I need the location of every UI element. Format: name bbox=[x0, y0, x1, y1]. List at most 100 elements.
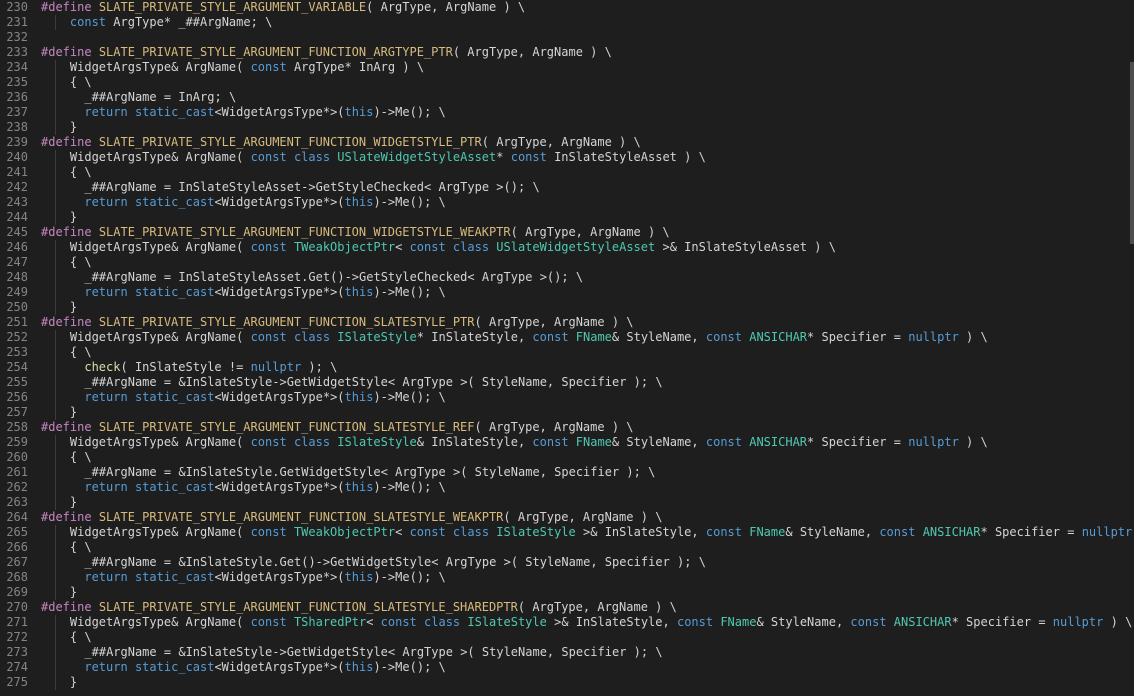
code-area[interactable]: 230 #define SLATE_PRIVATE_STYLE_ARGUMENT_… bbox=[0, 0, 1134, 690]
code-token: ArgName bbox=[185, 435, 237, 449]
code-line[interactable]: 250 } bbox=[0, 300, 1134, 315]
code-line[interactable]: 255 _##ArgName = &InSlateStyle->GetWidge… bbox=[0, 375, 1134, 390]
code-line[interactable]: 258 #define SLATE_PRIVATE_STYLE_ARGUMENT_… bbox=[0, 420, 1134, 435]
code-token: ArgName bbox=[561, 135, 612, 149]
code-token: * bbox=[416, 330, 425, 344]
code-token: ArgName bbox=[185, 615, 237, 629]
code-line[interactable]: 243 return static_cast<WidgetArgsType*>(… bbox=[0, 195, 1134, 210]
code-line[interactable]: 242 _##ArgName = InSlateStyleAsset->GetS… bbox=[0, 180, 1134, 195]
code-line[interactable]: 231 const ArgType* _##ArgName; \ bbox=[0, 15, 1134, 30]
code-line[interactable]: 253 { \ bbox=[0, 345, 1134, 360]
code-token: const bbox=[250, 615, 287, 629]
code-line[interactable]: 272 { \ bbox=[0, 630, 1134, 645]
code-token: class bbox=[452, 240, 490, 254]
code-line[interactable]: 238 } bbox=[0, 120, 1134, 135]
vertical-scrollbar[interactable] bbox=[1130, 62, 1134, 244]
code-token: this bbox=[344, 285, 374, 299]
code-token: _ bbox=[84, 180, 92, 194]
code-line[interactable]: 273 _##ArgName = &InSlateStyle->GetWidge… bbox=[0, 645, 1134, 660]
code-line[interactable]: 240 WidgetArgsType& ArgName( const class… bbox=[0, 150, 1134, 165]
code-line[interactable]: 266 { \ bbox=[0, 540, 1134, 555]
code-line[interactable]: 261 _##ArgName = &InSlateStyle.GetWidget… bbox=[0, 465, 1134, 480]
code-line[interactable]: 262 return static_cast<WidgetArgsType*>(… bbox=[0, 480, 1134, 495]
code-token: FName bbox=[575, 330, 612, 344]
code-token: #define bbox=[41, 45, 92, 59]
line-number: 255 bbox=[6, 375, 28, 389]
code-line[interactable]: 251 #define SLATE_PRIVATE_STYLE_ARGUMENT_… bbox=[0, 315, 1134, 330]
code-token: ) bbox=[373, 105, 381, 119]
code-line[interactable]: 274 return static_cast<WidgetArgsType*>(… bbox=[0, 660, 1134, 675]
code-token: ) bbox=[373, 285, 381, 299]
code-text: return static_cast<WidgetArgsType*>(this… bbox=[41, 390, 445, 405]
code-line[interactable]: 248 _##ArgName = InSlateStyleAsset.Get()… bbox=[0, 270, 1134, 285]
code-token: ( bbox=[337, 105, 345, 119]
code-line[interactable]: 269 } bbox=[0, 585, 1134, 600]
code-line[interactable]: 234 WidgetArgsType& ArgName( const ArgTy… bbox=[0, 60, 1134, 75]
code-token: * bbox=[322, 570, 331, 584]
code-token: const bbox=[676, 615, 714, 629]
code-line[interactable]: 235 { \ bbox=[0, 75, 1134, 90]
code-token: - bbox=[380, 480, 388, 494]
code-line[interactable]: 268 return static_cast<WidgetArgsType*>(… bbox=[0, 570, 1134, 585]
code-editor[interactable]: 230 #define SLATE_PRIVATE_STYLE_ARGUMENT_… bbox=[0, 0, 1134, 696]
code-line[interactable]: 264 #define SLATE_PRIVATE_STYLE_ARGUMENT_… bbox=[0, 510, 1134, 525]
code-line[interactable]: 263 } bbox=[0, 495, 1134, 510]
code-token: - bbox=[380, 570, 388, 584]
code-line[interactable]: 267 _##ArgName = &InSlateStyle.Get()->Ge… bbox=[0, 555, 1134, 570]
code-line[interactable]: 232 bbox=[0, 30, 1134, 45]
indent-guide bbox=[55, 375, 56, 390]
code-token: nullptr bbox=[908, 435, 959, 449]
code-line[interactable]: 247 { \ bbox=[0, 255, 1134, 270]
code-line[interactable]: 241 { \ bbox=[0, 165, 1134, 180]
code-line[interactable]: 254 check( InSlateStyle != nullptr ); \ bbox=[0, 360, 1134, 375]
code-token: # bbox=[91, 555, 99, 569]
code-token: ) bbox=[633, 645, 641, 659]
line-number: 264 bbox=[6, 510, 28, 524]
code-line[interactable]: 271 WidgetArgsType& ArgName( const TShar… bbox=[0, 615, 1134, 630]
code-line[interactable]: 246 WidgetArgsType& ArgName( const TWeak… bbox=[0, 240, 1134, 255]
code-line[interactable]: 265 WidgetArgsType& ArgName( const TWeak… bbox=[0, 525, 1134, 540]
code-token: ( bbox=[481, 135, 489, 149]
code-token: # bbox=[192, 15, 201, 29]
code-token: WidgetArgsType bbox=[69, 60, 172, 74]
code-token: \ bbox=[84, 255, 92, 269]
code-line[interactable]: 249 return static_cast<WidgetArgsType*>(… bbox=[0, 285, 1134, 300]
code-line[interactable]: 230 #define SLATE_PRIVATE_STYLE_ARGUMENT_… bbox=[0, 0, 1134, 15]
line-number: 243 bbox=[6, 195, 28, 209]
code-token: ArgName bbox=[185, 60, 237, 74]
code-line[interactable]: 270 #define SLATE_PRIVATE_STYLE_ARGUMENT_… bbox=[0, 600, 1134, 615]
code-line[interactable]: 233 #define SLATE_PRIVATE_STYLE_ARGUMENT_… bbox=[0, 45, 1134, 60]
code-line[interactable]: 252 WidgetArgsType& ArgName( const class… bbox=[0, 330, 1134, 345]
code-line[interactable]: 257 } bbox=[0, 405, 1134, 420]
code-text: check( InSlateStyle != nullptr ); \ bbox=[41, 360, 337, 375]
code-line[interactable]: 260 { \ bbox=[0, 450, 1134, 465]
code-line[interactable]: 236 _##ArgName = InArg; \ bbox=[0, 90, 1134, 105]
code-line[interactable]: 259 WidgetArgsType& ArgName( const class… bbox=[0, 435, 1134, 450]
code-token: ) bbox=[503, 0, 511, 14]
code-line[interactable]: 245 #define SLATE_PRIVATE_STYLE_ARGUMENT_… bbox=[0, 225, 1134, 240]
code-token: InArg bbox=[178, 90, 215, 104]
code-token: ; bbox=[214, 90, 222, 104]
code-text: WidgetArgsType& ArgName( const class ISl… bbox=[41, 435, 988, 450]
code-line[interactable]: 237 return static_cast<WidgetArgsType*>(… bbox=[0, 105, 1134, 120]
code-line[interactable]: 244 } bbox=[0, 210, 1134, 225]
code-line[interactable]: 239 #define SLATE_PRIVATE_STYLE_ARGUMENT_… bbox=[0, 135, 1134, 150]
code-line[interactable]: 256 return static_cast<WidgetArgsType*>(… bbox=[0, 390, 1134, 405]
code-token: ArgName bbox=[590, 225, 641, 239]
code-line[interactable]: 275 } bbox=[0, 675, 1134, 690]
code-token: } bbox=[69, 495, 78, 509]
